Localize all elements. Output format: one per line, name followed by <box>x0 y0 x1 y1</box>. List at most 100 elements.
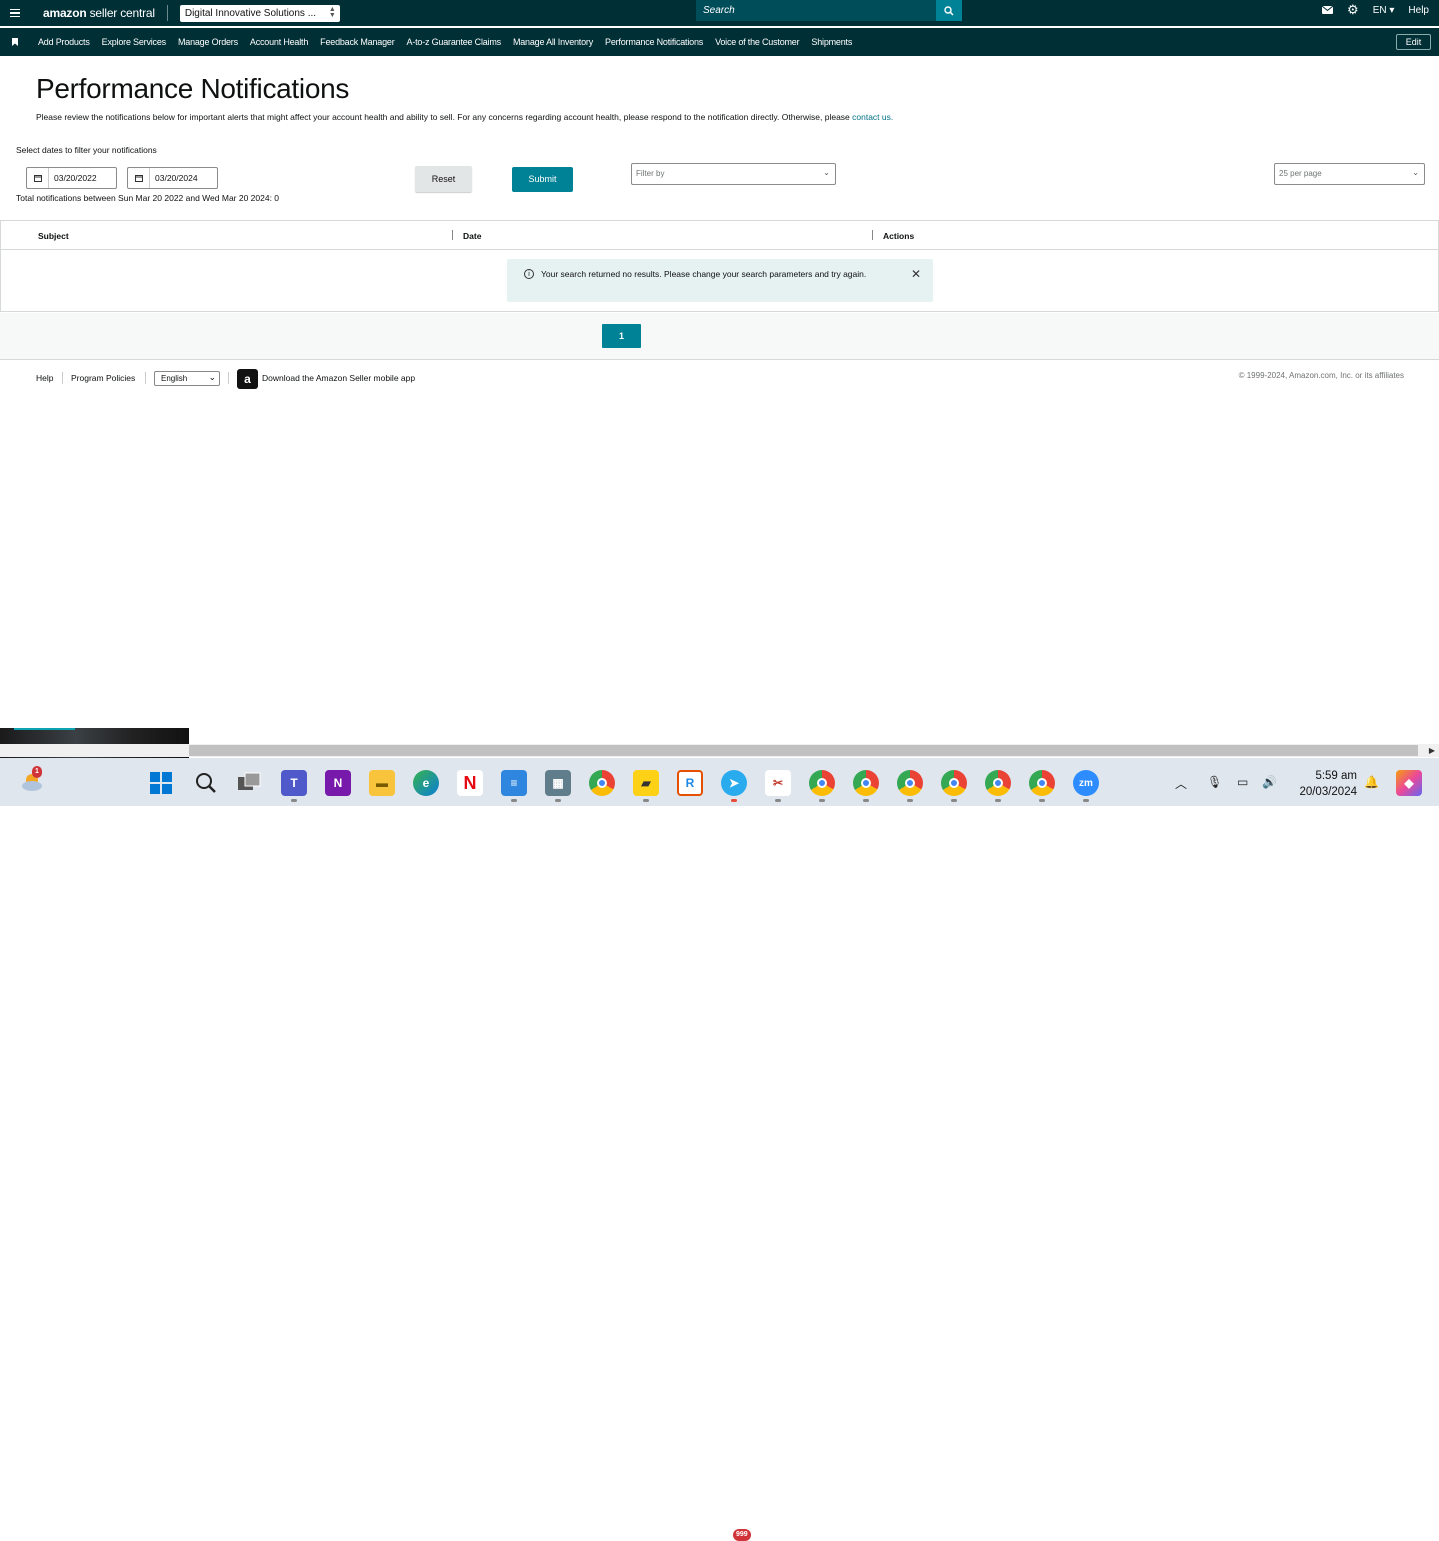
nav-shipments[interactable]: Shipments <box>811 37 852 47</box>
filter-by-select[interactable]: Filter by ⌄ <box>631 163 836 185</box>
nav-items: Add Products Explore Services Manage Ord… <box>38 37 852 47</box>
nav-a-to-z-claims[interactable]: A-to-z Guarantee Claims <box>407 37 502 47</box>
nav-manage-orders[interactable]: Manage Orders <box>178 37 238 47</box>
network-icon[interactable]: ▭ <box>1237 775 1248 789</box>
chrome-profile-icon[interactable] <box>853 770 879 796</box>
submit-button[interactable]: Submit <box>512 167 573 192</box>
horizontal-scrollbar[interactable]: ▶ <box>0 744 1439 757</box>
footer-language-select[interactable]: English ⌄ <box>154 371 220 386</box>
onenote-icon[interactable]: N <box>325 770 351 796</box>
running-indicator <box>511 799 517 802</box>
bookmark-icon[interactable] <box>0 38 30 46</box>
chrome-icon[interactable] <box>589 770 615 796</box>
table-header: Subject Date Actions <box>1 221 1438 250</box>
footer-divider <box>62 372 63 384</box>
chrome-profile-icon[interactable] <box>897 770 923 796</box>
running-indicator <box>907 799 913 802</box>
seller-central-logo[interactable]: amazon seller central <box>43 5 168 21</box>
chevron-up-icon[interactable]: ︿ <box>1175 775 1187 792</box>
teams-icon[interactable]: T <box>281 770 307 796</box>
menu-icon[interactable] <box>0 0 30 26</box>
date-from-value: 03/20/2022 <box>54 173 97 183</box>
page-button-current[interactable]: 1 <box>602 324 641 348</box>
running-indicator <box>863 799 869 802</box>
running-indicator <box>731 799 737 802</box>
download-app-link[interactable]: Download the Amazon Seller mobile app <box>262 373 415 383</box>
footer-policies-link[interactable]: Program Policies <box>71 373 135 383</box>
nav-add-products[interactable]: Add Products <box>38 37 90 47</box>
info-icon: i <box>524 269 534 279</box>
chrome-profile-icon[interactable] <box>985 770 1011 796</box>
column-subject[interactable]: Subject <box>38 231 69 241</box>
total-notifications-label: Total notifications between Sun Mar 20 2… <box>16 193 280 203</box>
search-icon <box>944 5 954 16</box>
notification-bell-icon[interactable]: 🔔 <box>1364 775 1379 789</box>
chrome-profile-icon[interactable] <box>941 770 967 796</box>
search-button[interactable] <box>936 0 962 21</box>
nav-feedback-manager[interactable]: Feedback Manager <box>320 37 395 47</box>
microphone-icon[interactable]: 🎙 <box>1207 775 1222 789</box>
date-to-input[interactable]: 03/20/2024 <box>127 167 218 189</box>
remote-app-icon[interactable]: R <box>677 770 703 796</box>
volume-icon[interactable]: 🔊 <box>1262 775 1277 789</box>
edit-nav-button[interactable]: Edit <box>1396 34 1431 50</box>
weather-widget[interactable]: 1 <box>20 766 46 794</box>
snipping-tool-icon[interactable]: ✂ <box>765 770 791 796</box>
sticky-notes-icon[interactable]: ▰ <box>633 770 659 796</box>
close-icon[interactable]: ✕ <box>911 267 921 281</box>
nav-voice-of-customer[interactable]: Voice of the Customer <box>715 37 800 47</box>
edge-icon[interactable]: e <box>413 770 439 796</box>
page-title: Performance Notifications <box>36 73 350 104</box>
telegram-icon[interactable]: ➤ <box>721 770 747 796</box>
mail-icon[interactable] <box>1322 6 1334 14</box>
calendar-icon <box>27 168 49 188</box>
pagination: 1 <box>0 313 1439 360</box>
footer-divider <box>228 372 229 384</box>
start-icon[interactable] <box>148 770 174 796</box>
running-indicator <box>643 799 649 802</box>
file-explorer-icon[interactable]: ▬ <box>369 770 395 796</box>
footer-help-link[interactable]: Help <box>36 373 53 383</box>
running-indicator <box>995 799 1001 802</box>
column-date[interactable]: Date <box>463 231 481 241</box>
task-view-icon[interactable] <box>237 770 263 796</box>
zoom-icon[interactable]: zm <box>1073 770 1099 796</box>
nav-explore-services[interactable]: Explore Services <box>102 37 167 47</box>
logo-brand: amazon <box>43 6 87 20</box>
nav-manage-inventory[interactable]: Manage All Inventory <box>513 37 593 47</box>
running-indicator <box>1039 799 1045 802</box>
date-to-value: 03/20/2024 <box>155 173 198 183</box>
weather-badge: 1 <box>32 766 42 778</box>
column-divider <box>872 230 873 240</box>
account-name: Digital Innovative Solutions ... <box>184 7 317 19</box>
help-link[interactable]: Help <box>1408 5 1429 16</box>
amazon-app-icon[interactable]: a <box>237 369 258 389</box>
contact-us-link[interactable]: contact us. <box>852 112 893 122</box>
date-from-input[interactable]: 03/20/2022 <box>26 167 117 189</box>
column-divider <box>452 230 453 240</box>
per-page-value: 25 per page <box>1279 169 1322 178</box>
copilot-icon[interactable]: ◆ <box>1396 770 1422 796</box>
reset-button[interactable]: Reset <box>415 166 472 192</box>
filter-placeholder: Filter by <box>636 169 665 178</box>
gear-icon[interactable]: ⚙ <box>1347 2 1359 18</box>
footer: Help Program Policies English ⌄ a Downlo… <box>0 368 1439 392</box>
netflix-icon[interactable]: N <box>457 770 483 796</box>
calculator-icon[interactable]: ▦ <box>545 770 571 796</box>
per-page-select[interactable]: 25 per page ⌄ <box>1274 163 1425 185</box>
nav-performance-notifications[interactable]: Performance Notifications <box>605 37 703 47</box>
chrome-profile-icon[interactable] <box>809 770 835 796</box>
scroll-right-icon[interactable]: ▶ <box>1429 746 1435 755</box>
nav-account-health[interactable]: Account Health <box>250 37 308 47</box>
chrome-profile-icon[interactable] <box>1029 770 1055 796</box>
account-selector[interactable]: Digital Innovative Solutions ... ▲ ▼ <box>179 4 340 22</box>
search-input[interactable]: Search <box>696 0 936 21</box>
notepad-icon[interactable]: ≡ <box>501 770 527 796</box>
sort-arrows-icon: ▲ ▼ <box>328 5 336 19</box>
search-icon[interactable] <box>193 770 219 796</box>
scrollbar-thumb[interactable] <box>189 745 1418 756</box>
chevron-down-icon: ⌄ <box>1412 168 1419 177</box>
language-selector[interactable]: EN ▾ <box>1373 5 1395 16</box>
no-results-message: Your search returned no results. Please … <box>541 269 867 279</box>
system-clock[interactable]: 5:59 am 20/03/2024 <box>1299 768 1357 800</box>
